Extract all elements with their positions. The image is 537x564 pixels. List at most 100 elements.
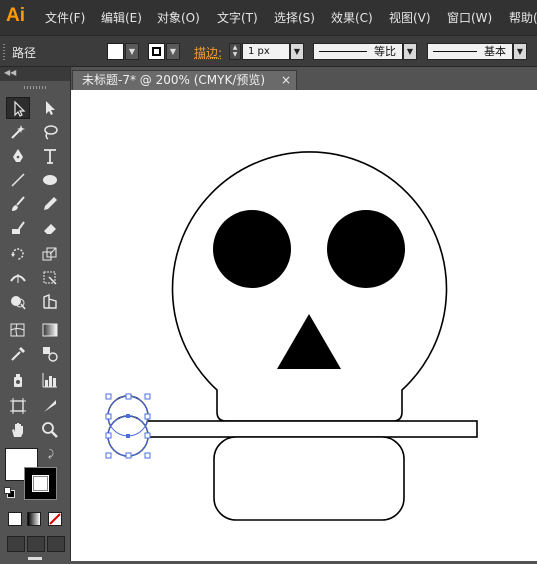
lasso-tool-button[interactable]: [38, 121, 62, 143]
shape-builder-icon: [11, 296, 26, 310]
menu-type[interactable]: 文字(T): [217, 9, 258, 26]
perspective-grid-icon: [43, 293, 57, 309]
blend-icon: [43, 347, 58, 362]
stroke-label[interactable]: 描边:: [194, 44, 222, 61]
stroke-profile-dropdown[interactable]: 等比: [313, 43, 403, 60]
close-tab-icon[interactable]: ×: [281, 71, 291, 89]
artboard-icon: [10, 398, 26, 414]
free-transform-tool-button[interactable]: [38, 267, 62, 289]
lasso-icon: [44, 125, 58, 140]
stroke-weight-field[interactable]: 1 px: [242, 43, 290, 60]
menu-window[interactable]: 窗口(W): [447, 9, 492, 26]
type-tool-button[interactable]: [38, 145, 62, 167]
gradient-icon: [42, 323, 58, 337]
shape-builder-tool-button[interactable]: [6, 291, 30, 313]
gradient-tool-button[interactable]: [38, 319, 62, 341]
pencil-tool-button[interactable]: [38, 193, 62, 215]
draw-normal-button[interactable]: [7, 536, 25, 552]
tools-panel-grip[interactable]: [24, 86, 46, 89]
paintbrush-icon: [12, 196, 25, 211]
ellipse-icon: [43, 175, 57, 185]
menu-view[interactable]: 视图(V): [389, 9, 431, 26]
document-tab-title: 未标题-7* @ 200% (CMYK/预览): [82, 73, 266, 87]
eraser-icon: [44, 224, 56, 234]
pen-tool-button[interactable]: [6, 145, 30, 167]
brush-definition-arrow[interactable]: ▼: [513, 43, 527, 60]
eyedropper-icon: [11, 347, 25, 361]
draw-inside-button[interactable]: [47, 536, 65, 552]
rotate-tool-button[interactable]: [6, 243, 30, 265]
screen-mode-button[interactable]: [28, 557, 42, 560]
selection-type-label: 路径: [12, 46, 37, 60]
scale-tool-button[interactable]: [38, 243, 62, 265]
menu-edit[interactable]: 编辑(E): [101, 9, 142, 26]
line-segment-icon: [11, 173, 25, 187]
default-colors-icon[interactable]: [4, 487, 15, 498]
column-graph-tool-button[interactable]: [38, 369, 62, 391]
control-bar: 路径 ▼ ▼ 描边: ▲ ▼ 1 px ▼ 等比 ▼ 基本 ▼: [0, 35, 537, 67]
stroke-profile-label: 等比: [374, 45, 396, 58]
free-transform-icon: [43, 271, 57, 285]
fill-dropdown-button[interactable]: ▼: [125, 43, 139, 60]
width-tool-button[interactable]: [6, 267, 30, 289]
magic-wand-tool-button[interactable]: [6, 121, 30, 143]
fill-swatch[interactable]: [107, 43, 124, 60]
tools-panel: ◀◀ ⤸: [0, 67, 71, 561]
document-tab-bar: 未标题-7* @ 200% (CMYK/预览) ×: [71, 67, 537, 90]
artboard-canvas[interactable]: [71, 90, 537, 561]
blob-brush-icon: [12, 221, 25, 234]
pencil-icon: [44, 197, 57, 210]
blob-brush-tool-button[interactable]: [6, 217, 30, 239]
gradient-mode-button[interactable]: [27, 512, 41, 526]
symbol-sprayer-icon: [14, 374, 22, 387]
skull-head-shape: [171, 151, 448, 422]
tools-panel-header[interactable]: ◀◀: [0, 67, 70, 81]
eyedropper-tool-button[interactable]: [6, 343, 30, 365]
brush-definition-label: 基本: [484, 45, 506, 58]
none-mode-button[interactable]: [48, 512, 62, 526]
magic-wand-icon: [11, 125, 25, 139]
stroke-profile-arrow[interactable]: ▼: [403, 43, 417, 60]
artboard-tool-button[interactable]: [6, 395, 30, 417]
eraser-tool-button[interactable]: [38, 217, 62, 239]
hand-tool-button[interactable]: [6, 419, 30, 441]
menu-object[interactable]: 对象(O): [157, 9, 200, 26]
menu-select[interactable]: 选择(S): [274, 9, 315, 26]
perspective-grid-tool-button[interactable]: [38, 291, 62, 313]
hand-icon: [12, 423, 23, 437]
color-mode-button[interactable]: [8, 512, 22, 526]
draw-behind-button[interactable]: [27, 536, 45, 552]
brush-definition-dropdown[interactable]: 基本: [427, 43, 513, 60]
paintbrush-tool-button[interactable]: [6, 193, 30, 215]
direct-selection-tool-button[interactable]: [38, 97, 62, 119]
collapse-icon[interactable]: ◀◀: [4, 68, 16, 77]
rotate-icon: [11, 248, 24, 260]
menu-effect[interactable]: 效果(C): [331, 9, 373, 26]
jaw-shape: [213, 436, 405, 521]
line-segment-tool-button[interactable]: [6, 169, 30, 191]
document-tab[interactable]: 未标题-7* @ 200% (CMYK/预览) ×: [72, 70, 297, 90]
ellipse-tool-button[interactable]: [38, 169, 62, 191]
zoom-tool-button[interactable]: [38, 419, 62, 441]
slice-icon: [44, 400, 56, 412]
stroke-color-box[interactable]: [24, 467, 57, 500]
stroke-dropdown-button[interactable]: ▼: [166, 43, 180, 60]
stroke-weight-dropdown[interactable]: ▼: [290, 43, 304, 60]
menu-help[interactable]: 帮助(: [509, 9, 537, 26]
direct-selection-arrow-icon: [46, 101, 55, 115]
swap-colors-icon[interactable]: ⤸: [48, 449, 54, 460]
left-eye: [213, 210, 291, 288]
menu-file[interactable]: 文件(F): [45, 9, 85, 26]
panel-grip[interactable]: [3, 44, 5, 60]
slice-tool-button[interactable]: [38, 395, 62, 417]
stroke-weight-spinner[interactable]: ▲ ▼: [229, 43, 241, 60]
mesh-icon: [10, 323, 25, 337]
scale-icon: [42, 247, 57, 261]
mesh-tool-button[interactable]: [6, 319, 30, 341]
stroke-swatch[interactable]: [148, 43, 165, 60]
width-icon: [10, 274, 26, 283]
blend-tool-button[interactable]: [38, 343, 62, 365]
symbol-sprayer-tool-button[interactable]: [6, 369, 30, 391]
selection-arrow-icon: [14, 100, 26, 117]
selection-tool-button[interactable]: [6, 97, 30, 119]
